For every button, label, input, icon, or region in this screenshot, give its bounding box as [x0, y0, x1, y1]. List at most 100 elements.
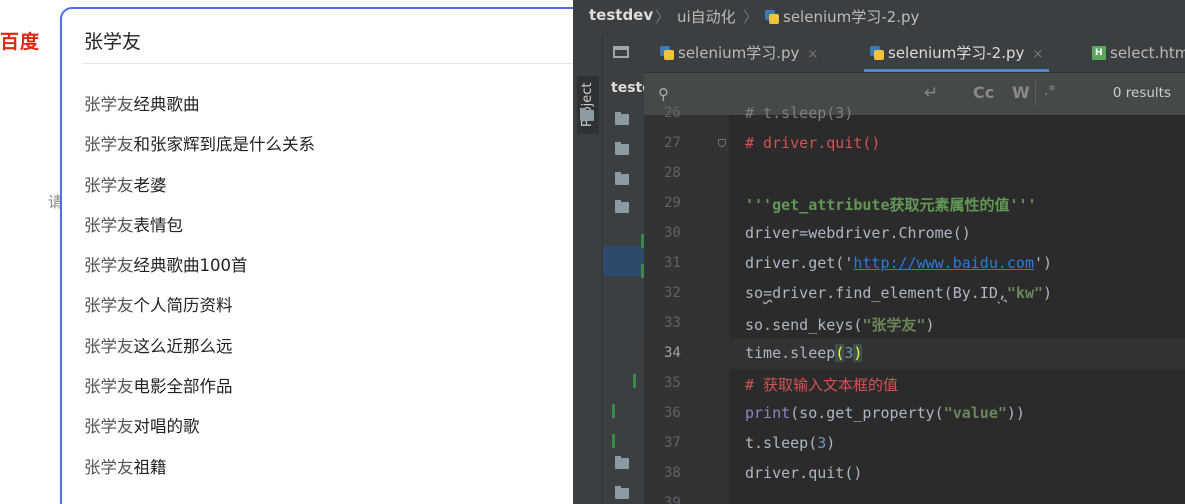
- baidu-logo[interactable]: 百度: [0, 27, 40, 54]
- code-token: t.sleep(: [745, 434, 818, 452]
- code-text: time.sleep(3): [745, 344, 863, 362]
- code-line: driver=webdriver.Chrome(): [729, 219, 1185, 249]
- code-line: # t.sleep(3): [729, 99, 1185, 129]
- code-string: "kw": [1006, 284, 1044, 302]
- line-number: 35: [664, 375, 681, 391]
- regex-toggle[interactable]: .*: [1044, 83, 1055, 99]
- code-line: driver.get('http://www.baidu.com'): [729, 249, 1185, 279]
- suggestion-text: 电影全部作品: [133, 377, 233, 397]
- code-line: '''get_attribute获取元素属性的值''': [729, 189, 1185, 219]
- folder-icon[interactable]: [615, 142, 629, 155]
- code-editor[interactable]: # t.sleep(3) # driver.quit() '''get_attr…: [729, 104, 1185, 504]
- suggestion-text: 个人简历资料: [133, 296, 233, 316]
- suggestion-item[interactable]: 张学友电影全部作品: [84, 367, 315, 407]
- breadcrumb-project[interactable]: testdev: [589, 6, 653, 24]
- code-string: "value": [943, 404, 1007, 422]
- tool-window-strip: Project: [573, 34, 603, 504]
- project-panel: testdev: [603, 34, 671, 504]
- code-builtin: print: [745, 404, 791, 422]
- suggestion-keyword: 张学友: [84, 457, 134, 477]
- code-text: so.send_keys("张学友"): [745, 314, 935, 335]
- folder-icon[interactable]: [615, 456, 629, 469]
- fold-icon[interactable]: [718, 139, 726, 147]
- tab-selenium-study-2[interactable]: selenium学习-2.py ×: [863, 34, 1050, 72]
- suggestion-item[interactable]: 张学友表情包: [84, 206, 315, 246]
- gutter-line: 36: [644, 399, 729, 429]
- close-icon[interactable]: ×: [1032, 47, 1043, 62]
- suggestion-list: 张学友经典歌曲 张学友和张家辉到底是什么关系 张学友老婆 张学友表情包 张学友经…: [84, 85, 315, 488]
- gutter-line: 31: [644, 249, 729, 279]
- close-icon[interactable]: ×: [807, 47, 818, 62]
- chevron-right-icon: 〉: [743, 8, 759, 26]
- folder-icon[interactable]: [615, 112, 629, 125]
- gutter-line: 38: [644, 459, 729, 489]
- python-file-icon: [660, 46, 674, 60]
- gutter-line: 39: [644, 489, 729, 504]
- folder-icon[interactable]: [615, 200, 629, 213]
- divider: [82, 63, 573, 64]
- suggestion-item[interactable]: 张学友老婆: [84, 166, 315, 206]
- folder-icon[interactable]: [615, 486, 629, 499]
- html-file-icon: [1092, 46, 1106, 60]
- code-token: '): [1034, 254, 1053, 272]
- code-text: # t.sleep(3): [745, 104, 854, 122]
- code-token: (so.get_property(: [790, 404, 944, 422]
- tree-guide: [612, 434, 615, 448]
- breadcrumb-folder[interactable]: ui自动化: [677, 6, 736, 27]
- code-text: driver.quit(): [745, 464, 863, 482]
- suggestion-text: 表情包: [133, 215, 184, 235]
- code-text: t.sleep(3): [745, 434, 835, 452]
- code-line: print(so.get_property("value")): [729, 399, 1185, 429]
- gutter-line: 33: [644, 309, 729, 339]
- suggestion-keyword: 张学友: [84, 377, 134, 397]
- code-token: ): [826, 434, 836, 452]
- suggestion-item[interactable]: 张学友这么近那么远: [84, 327, 315, 367]
- code-token: driver.get(': [745, 254, 854, 272]
- suggestion-item[interactable]: 张学友经典歌曲: [84, 85, 315, 125]
- code-string: "张学友": [862, 316, 926, 334]
- line-number: 28: [664, 165, 681, 181]
- code-link[interactable]: http://www.baidu.com: [853, 254, 1034, 272]
- breadcrumb: testdev 〉 ui自动化 〉 selenium学习-2.py: [573, 0, 1185, 35]
- line-number: 32: [664, 285, 681, 301]
- suggestion-item[interactable]: 张学友对唱的歌: [84, 407, 315, 447]
- breadcrumb-file[interactable]: selenium学习-2.py: [765, 6, 919, 27]
- project-tool-tab[interactable]: Project: [577, 76, 599, 134]
- tab-label: select.html: [1110, 44, 1185, 62]
- suggestion-item[interactable]: 张学友个人简历资料: [84, 286, 315, 326]
- suggestion-text: 这么近那么远: [133, 336, 233, 356]
- code-line: so.send_keys("张学友"): [729, 309, 1185, 339]
- suggestion-item[interactable]: 张学友经典歌曲100首: [84, 246, 315, 286]
- search-box: 张学友经典歌曲 张学友和张家辉到底是什么关系 张学友老婆 张学友表情包 张学友经…: [60, 7, 573, 504]
- code-token: driver.find_element(By.ID: [772, 284, 998, 302]
- suggestion-item[interactable]: 张学友祖籍: [84, 448, 315, 488]
- python-file-icon: [870, 46, 884, 60]
- suggestion-keyword: 张学友: [84, 417, 134, 437]
- gutter-line: 28: [644, 159, 729, 189]
- line-number: 27: [664, 135, 681, 151]
- code-line: # 获取输入文本框的值: [729, 369, 1185, 399]
- code-text: print(so.get_property("value")): [745, 404, 1025, 422]
- code-token: (: [835, 344, 845, 362]
- line-number: 38: [664, 465, 681, 481]
- tab-select-html[interactable]: select.html: [1092, 34, 1185, 72]
- gutter-line: 29: [644, 189, 729, 219]
- tab-label: selenium学习-2.py: [888, 44, 1025, 62]
- suggestion-keyword: 张学友: [84, 296, 134, 316]
- suggestion-text: 对唱的歌: [133, 417, 200, 437]
- folder-icon[interactable]: [615, 172, 629, 185]
- ide-window: testdev 〉 ui自动化 〉 selenium学习-2.py Projec…: [573, 0, 1185, 504]
- code-text: driver=webdriver.Chrome(): [745, 224, 971, 242]
- code-line: t.sleep(3): [729, 429, 1185, 459]
- suggestion-text: 老婆: [133, 175, 167, 195]
- code-token: ,: [997, 284, 1007, 302]
- browser-window: 百度 请 张学友经典歌曲 张学友和张家辉到底是什么关系 张学友老婆 张学友表情包…: [0, 0, 573, 504]
- suggestion-keyword: 张学友: [84, 175, 134, 195]
- search-input[interactable]: [84, 25, 554, 55]
- tab-selenium-study[interactable]: selenium学习.py ×: [660, 34, 818, 72]
- suggestion-text: 和张家辉到底是什么关系: [133, 135, 316, 155]
- suggestion-text: 祖籍: [133, 457, 167, 477]
- suggestion-item[interactable]: 张学友和张家辉到底是什么关系: [84, 125, 315, 165]
